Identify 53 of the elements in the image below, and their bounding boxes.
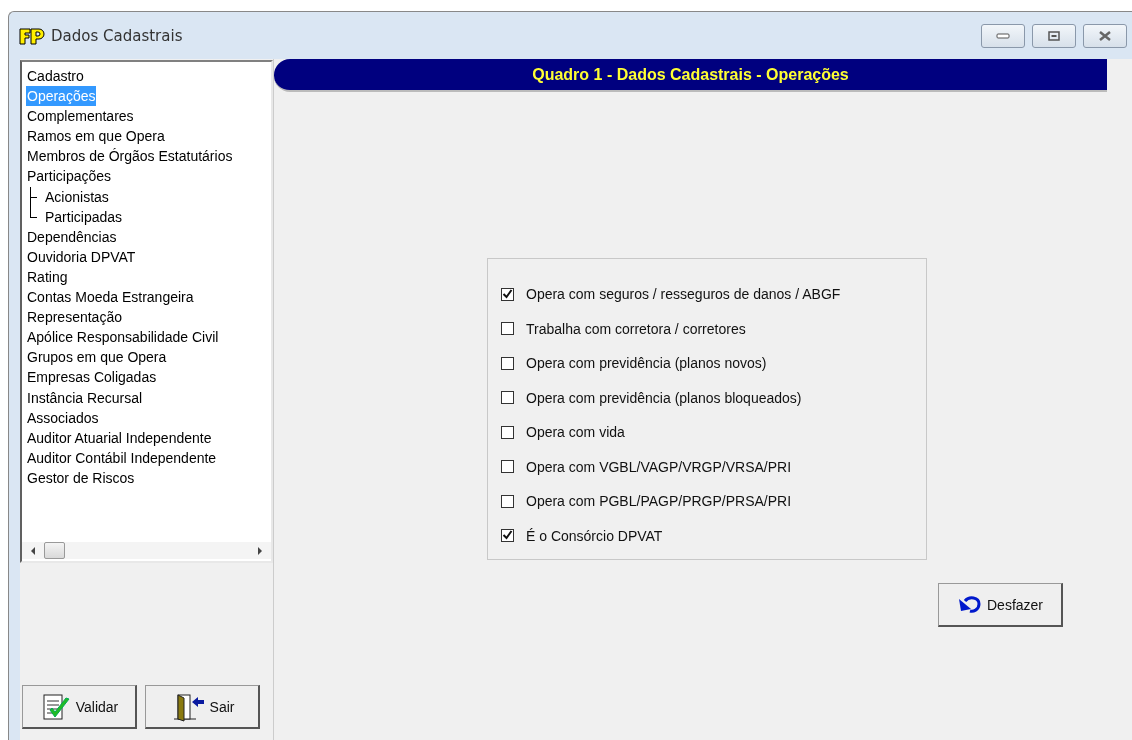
horizontal-scrollbar[interactable] [22, 542, 271, 559]
undo-button[interactable]: Desfazer [938, 583, 1063, 627]
checkbox[interactable] [501, 494, 514, 508]
window-title: Dados Cadastrais [51, 26, 183, 45]
checkbox[interactable] [501, 322, 514, 336]
tree-item[interactable]: Contas Moeda Estrangeira [26, 287, 195, 308]
scroll-left-icon[interactable] [30, 546, 36, 555]
app-logo-icon [19, 26, 45, 45]
tree-item[interactable]: Participadas [44, 206, 124, 227]
tree-item[interactable]: Auditor Contábil Independente [26, 447, 218, 468]
option-label: É o Consórcio DPVAT [526, 527, 663, 544]
tree-item[interactable]: Apólice Responsabilidade Civil [26, 327, 220, 348]
option-label: Opera com previdência (planos bloqueados) [526, 389, 802, 406]
close-icon [1098, 30, 1112, 41]
tree-item[interactable]: Participações [26, 166, 113, 187]
checkbox[interactable] [501, 460, 514, 474]
undo-icon [957, 594, 983, 615]
tree-item[interactable]: Ouvidoria DPVAT [26, 246, 137, 267]
close-button[interactable] [1083, 23, 1127, 48]
tree-item[interactable]: Acionistas [44, 186, 110, 207]
tree-item[interactable]: Auditor Atuarial Independente [26, 427, 213, 448]
checkbox[interactable] [501, 425, 514, 439]
tree-item[interactable]: Associados [26, 407, 100, 428]
option-label: Opera com VGBL/VAGP/VRGP/VRSA/PRI [526, 458, 792, 475]
tree-item[interactable]: Ramos em que Opera [26, 126, 166, 147]
checkbox[interactable] [501, 529, 514, 543]
option-label: Opera com previdência (planos novos) [526, 355, 767, 372]
tree-item[interactable]: Cadastro [26, 66, 85, 87]
tree-item[interactable]: Rating [26, 266, 69, 288]
tree-item[interactable]: Empresas Coligadas [26, 367, 158, 388]
option-label: Opera com vida [526, 424, 625, 441]
minimize-button[interactable] [981, 23, 1025, 48]
tree-item[interactable]: Dependências [26, 226, 118, 247]
tree-item[interactable]: Complementares [26, 106, 135, 127]
tree-item[interactable]: Grupos em que Opera [26, 347, 168, 368]
scroll-thumb[interactable] [44, 542, 65, 559]
option-label: Opera com seguros / resseguros de danos / ABGF [526, 286, 841, 303]
validate-button[interactable]: Validar [22, 685, 137, 729]
restore-icon [1048, 30, 1060, 41]
tree-item[interactable]: Gestor de Riscos [26, 467, 136, 488]
checkbox[interactable] [501, 287, 514, 301]
exit-button[interactable]: Sair [145, 685, 260, 729]
minimize-icon [996, 32, 1010, 39]
checkbox[interactable] [501, 391, 514, 405]
option-label: Opera com PGBL/PAGP/PRGP/PRSA/PRI [526, 493, 792, 510]
tree-item[interactable]: Membros de Órgãos Estatutários [26, 146, 234, 167]
option-label: Trabalha com corretora / corretores [526, 320, 746, 337]
panel-title: Quadro 1 - Dados Cadastrais - Operações [532, 65, 849, 84]
restore-button[interactable] [1032, 23, 1076, 48]
tree-item[interactable]: Instância Recursal [26, 387, 144, 408]
scroll-right-icon[interactable] [257, 546, 263, 555]
checkbox[interactable] [501, 356, 514, 370]
tree-item[interactable]: Representação [26, 307, 123, 328]
